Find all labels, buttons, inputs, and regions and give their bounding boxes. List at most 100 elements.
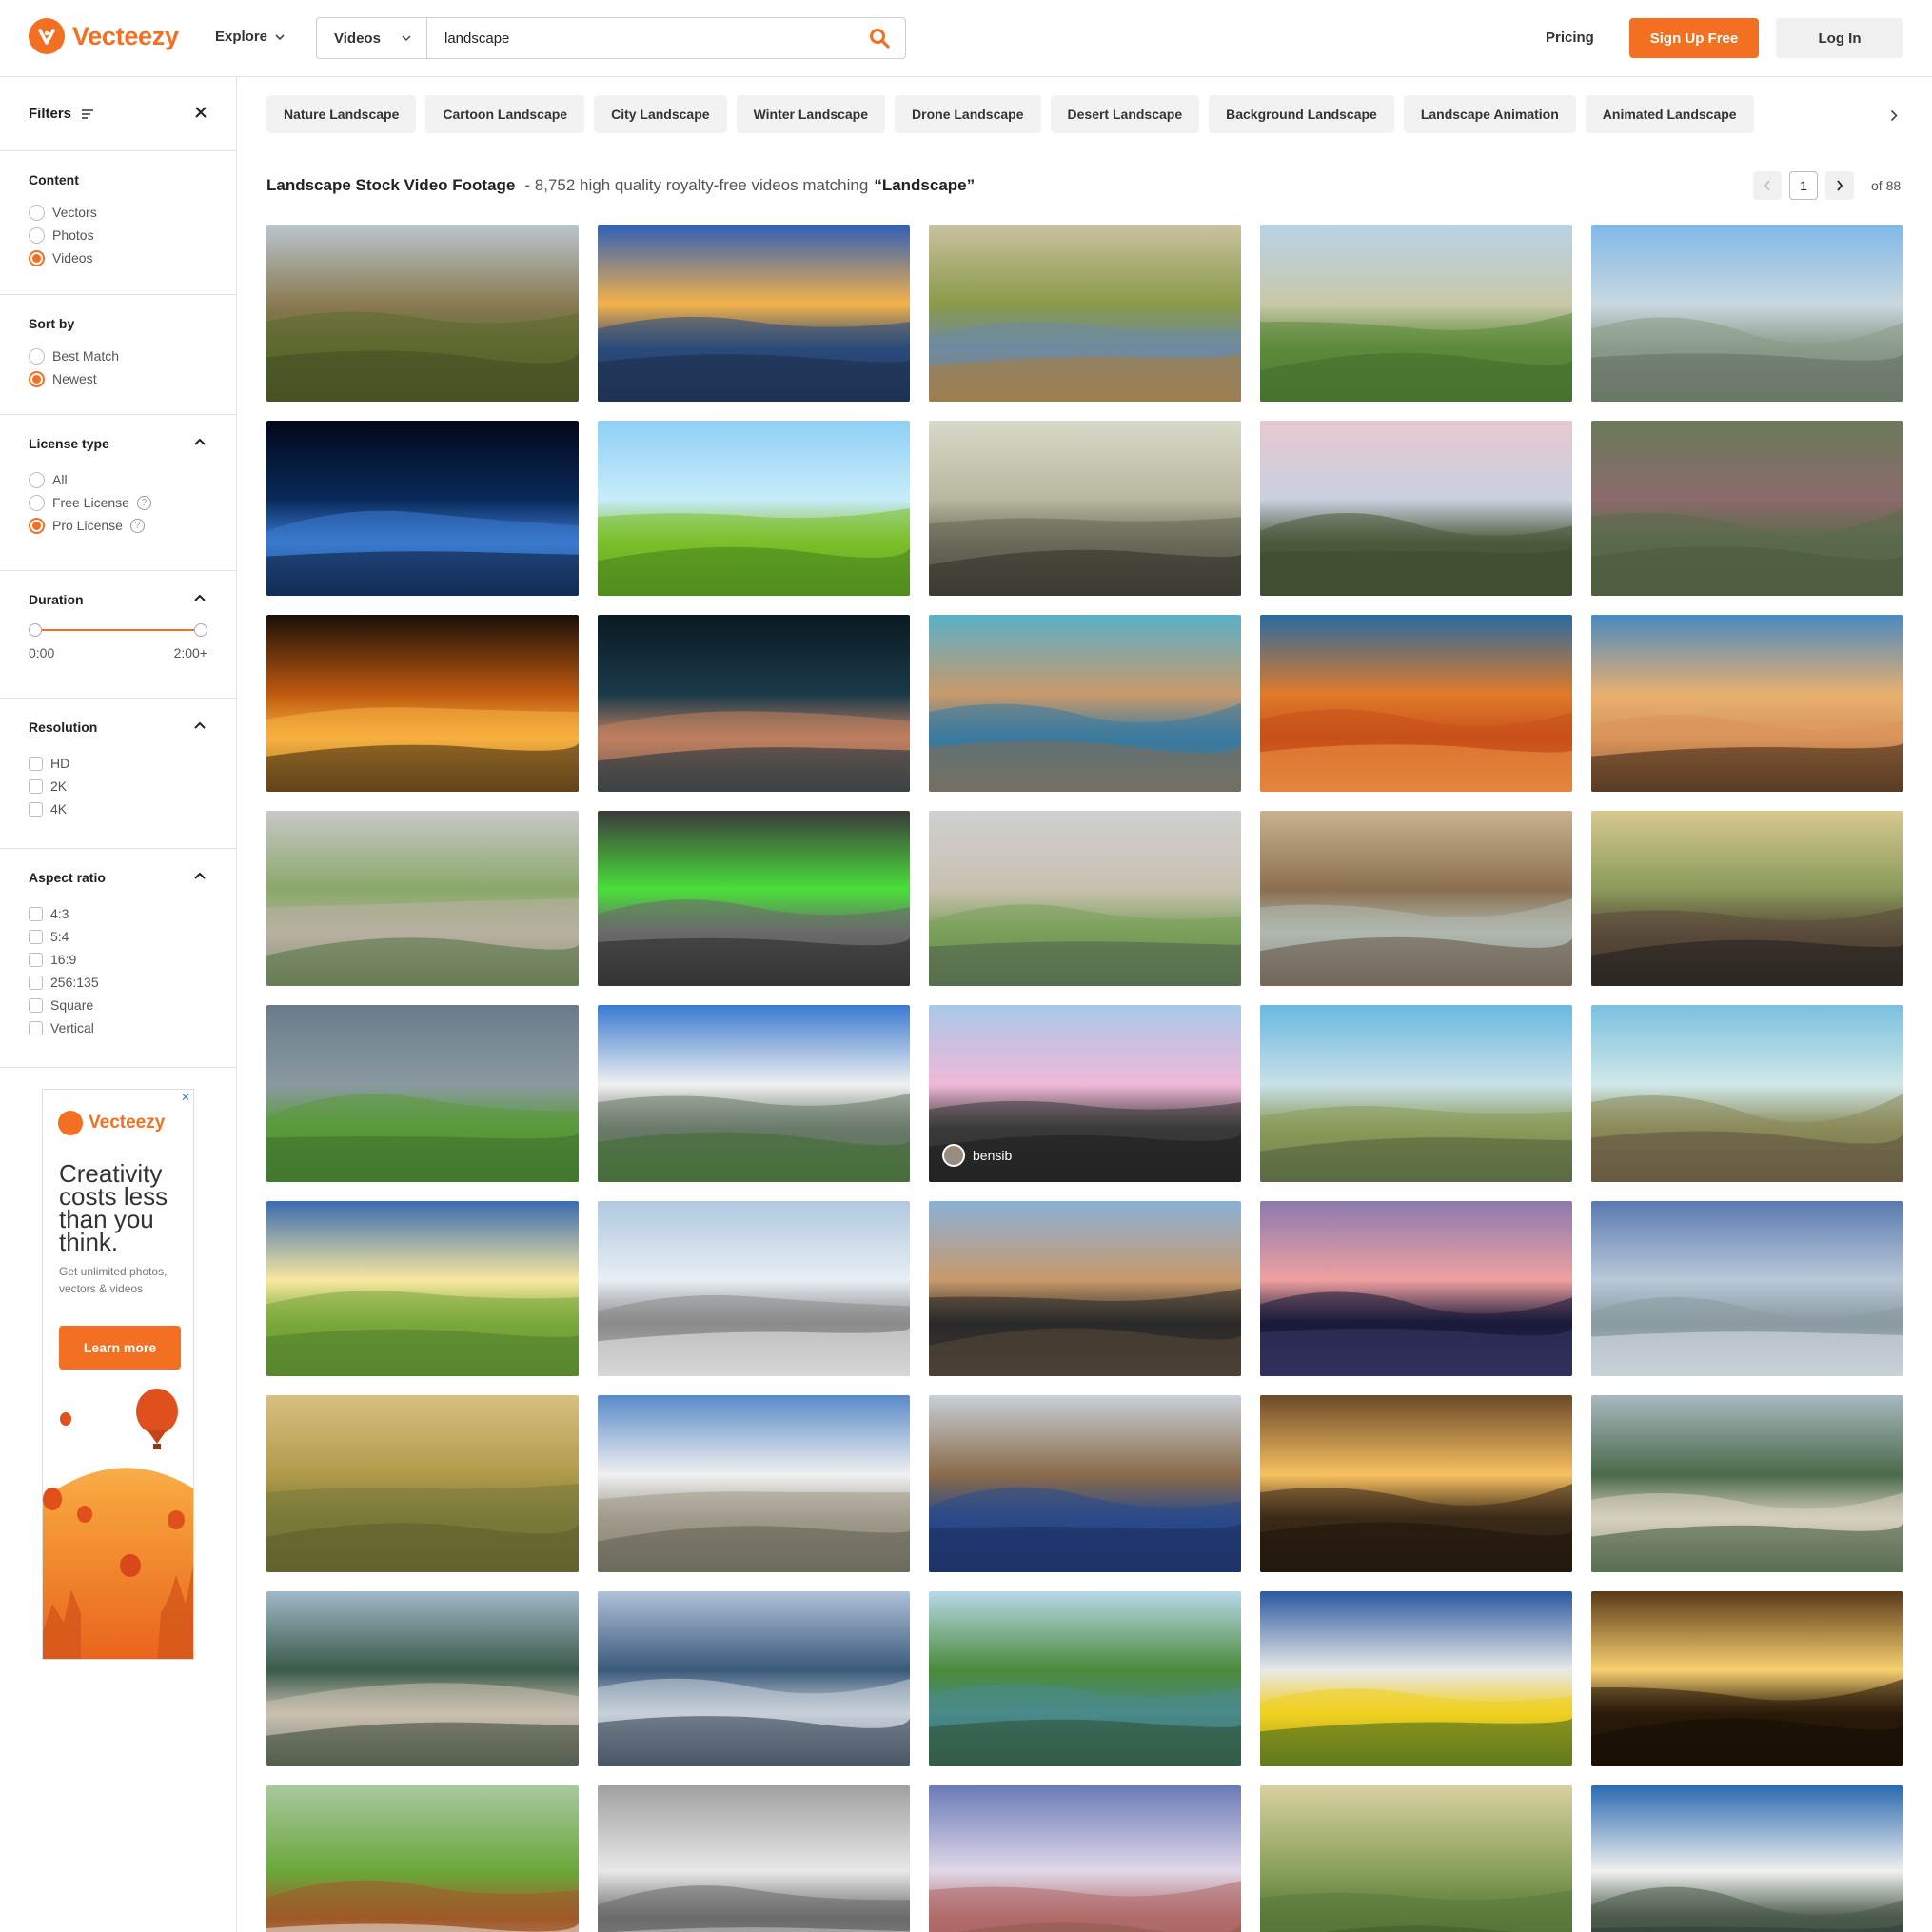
video-thumbnail-snow-mountain[interactable] bbox=[598, 1201, 910, 1376]
license-option-free[interactable]: Free License? bbox=[29, 491, 207, 514]
video-thumbnail-green-screen-tablet[interactable] bbox=[598, 811, 910, 986]
tag-landscape-animation[interactable]: Landscape Animation bbox=[1403, 95, 1576, 133]
video-thumbnail-palace-statue[interactable] bbox=[929, 811, 1241, 986]
video-thumbnail-misty-green[interactable] bbox=[1260, 1785, 1572, 1932]
radio-unchecked[interactable] bbox=[29, 204, 45, 221]
video-thumbnail-wind-turbines-field[interactable] bbox=[1591, 1005, 1903, 1182]
video-thumbnail-forest-woman[interactable] bbox=[1591, 811, 1903, 986]
sidebar-ad[interactable]: ✕ Vecteezy Creativity costs less than yo… bbox=[42, 1089, 194, 1660]
video-thumbnail-wind-turbines-far[interactable] bbox=[1260, 1005, 1572, 1182]
checkbox[interactable] bbox=[29, 906, 43, 921]
tag-desert-landscape[interactable]: Desert Landscape bbox=[1050, 95, 1200, 133]
video-thumbnail-coastal-city[interactable] bbox=[1591, 225, 1903, 402]
radio-unchecked[interactable] bbox=[29, 471, 45, 488]
video-thumbnail-palm-sky[interactable] bbox=[598, 421, 910, 596]
ad-close-icon[interactable]: ✕ bbox=[181, 1091, 190, 1104]
aspect-option-5-4[interactable]: 5:4 bbox=[29, 925, 207, 948]
log-in-button[interactable]: Log In bbox=[1776, 18, 1903, 58]
video-thumbnail-ocean-sunset[interactable] bbox=[598, 225, 910, 402]
radio-unchecked[interactable] bbox=[29, 494, 45, 511]
video-thumbnail-crop-rows[interactable] bbox=[1260, 225, 1572, 402]
next-page-button[interactable] bbox=[1825, 171, 1854, 200]
video-thumbnail-dolomites[interactable] bbox=[598, 1005, 910, 1182]
video-thumbnail-autumn-lake[interactable] bbox=[929, 225, 1241, 402]
tag-cartoon-landscape[interactable]: Cartoon Landscape bbox=[425, 95, 585, 133]
radio-unchecked[interactable] bbox=[29, 347, 45, 365]
tag-nature-landscape[interactable]: Nature Landscape bbox=[266, 95, 417, 133]
slider-max-handle[interactable] bbox=[194, 623, 207, 637]
video-thumbnail-meadow-sunset[interactable] bbox=[266, 1201, 579, 1376]
video-thumbnail-horses-meadow[interactable] bbox=[266, 1005, 579, 1182]
aspect-option-vertical[interactable]: Vertical bbox=[29, 1016, 207, 1039]
aspect-option-square[interactable]: Square bbox=[29, 994, 207, 1016]
video-thumbnail-river-boats[interactable] bbox=[929, 1591, 1241, 1766]
video-thumbnail-karst-river[interactable] bbox=[1591, 1395, 1903, 1572]
pricing-link[interactable]: Pricing bbox=[1546, 30, 1594, 46]
vecteezy-logo[interactable]: Vecteezy bbox=[29, 18, 179, 54]
video-thumbnail-desert-river[interactable] bbox=[929, 615, 1241, 792]
search-input[interactable] bbox=[427, 18, 854, 58]
video-thumbnail-valley-fields[interactable] bbox=[266, 225, 579, 402]
sign-up-button[interactable]: Sign Up Free bbox=[1629, 18, 1759, 58]
content-option-videos[interactable]: Videos bbox=[29, 246, 207, 269]
close-icon[interactable] bbox=[194, 106, 207, 119]
video-thumbnail-river-reflection[interactable] bbox=[929, 1395, 1241, 1572]
video-thumbnail-night-street[interactable] bbox=[266, 615, 579, 792]
aspect-option-16-9[interactable]: 16:9 bbox=[29, 948, 207, 971]
help-icon[interactable]: ? bbox=[136, 495, 151, 510]
aspect-option-4-3[interactable]: 4:3 bbox=[29, 902, 207, 925]
tag-animated-landscape[interactable]: Animated Landscape bbox=[1585, 95, 1754, 133]
explore-menu[interactable]: Explore bbox=[215, 29, 285, 45]
tag-background-landscape[interactable]: Background Landscape bbox=[1209, 95, 1394, 133]
video-thumbnail-aerial-field[interactable] bbox=[1591, 421, 1903, 596]
video-thumbnail-bridge-birds[interactable] bbox=[929, 421, 1241, 596]
video-thumbnail-bw-mountain[interactable] bbox=[598, 1785, 910, 1932]
tag-winter-landscape[interactable]: Winter Landscape bbox=[736, 95, 886, 133]
tag-drone-landscape[interactable]: Drone Landscape bbox=[895, 95, 1041, 133]
radio-checked[interactable] bbox=[29, 249, 45, 266]
help-icon[interactable]: ? bbox=[129, 518, 145, 533]
video-thumbnail-sand-dune[interactable] bbox=[1591, 615, 1903, 792]
video-thumbnail-orange-dune[interactable] bbox=[1260, 615, 1572, 792]
slider-min-handle[interactable] bbox=[29, 623, 42, 637]
sort-option-newest[interactable]: Newest bbox=[29, 367, 207, 390]
resolution-option-2k[interactable]: 2K bbox=[29, 775, 207, 798]
video-thumbnail-golden-field[interactable] bbox=[266, 1395, 579, 1572]
video-thumbnail-pool-night[interactable] bbox=[598, 615, 910, 792]
video-thumbnail-dark-sunrise-2[interactable] bbox=[1591, 1591, 1903, 1766]
duration-slider[interactable] bbox=[29, 621, 207, 640]
previous-page-button[interactable] bbox=[1753, 171, 1782, 200]
content-option-photos[interactable]: Photos bbox=[29, 224, 207, 246]
video-thumbnail-tulips[interactable] bbox=[1260, 1591, 1572, 1766]
checkbox[interactable] bbox=[29, 1020, 43, 1035]
sort-option-best-match[interactable]: Best Match bbox=[29, 345, 207, 367]
video-thumbnail-city-skyline[interactable] bbox=[598, 1395, 910, 1572]
checkbox[interactable] bbox=[29, 801, 43, 817]
video-thumbnail-snowy-hills[interactable] bbox=[1591, 1785, 1903, 1932]
resolution-option-4k[interactable]: 4K bbox=[29, 798, 207, 820]
aspect-option-256-135[interactable]: 256:135 bbox=[29, 971, 207, 994]
checkbox[interactable] bbox=[29, 997, 43, 1013]
video-thumbnail-karst-valley[interactable] bbox=[266, 1591, 579, 1766]
license-option-pro[interactable]: Pro License? bbox=[29, 514, 207, 537]
search-button[interactable] bbox=[854, 18, 905, 58]
checkbox[interactable] bbox=[29, 975, 43, 990]
checkbox[interactable] bbox=[29, 952, 43, 967]
page-number-input[interactable]: 1 bbox=[1789, 171, 1818, 200]
video-thumbnail-winter-pit[interactable] bbox=[1591, 1201, 1903, 1376]
checkbox[interactable] bbox=[29, 756, 43, 771]
tag-city-landscape[interactable]: City Landscape bbox=[594, 95, 727, 133]
video-thumbnail-dark-sunrise[interactable] bbox=[1260, 1395, 1572, 1572]
contributor-badge[interactable]: bensib bbox=[942, 1144, 1012, 1167]
video-thumbnail-cows[interactable] bbox=[266, 1785, 579, 1932]
search-type-select[interactable]: Videos bbox=[317, 18, 427, 58]
tags-scroll-right[interactable] bbox=[1799, 95, 1903, 135]
video-thumbnail-photographer[interactable] bbox=[929, 1201, 1241, 1376]
checkbox[interactable] bbox=[29, 929, 43, 944]
chevron-up-icon[interactable] bbox=[194, 594, 206, 601]
chevron-up-icon[interactable] bbox=[194, 721, 206, 729]
content-option-vectors[interactable]: Vectors bbox=[29, 201, 207, 224]
radio-unchecked[interactable] bbox=[29, 227, 45, 244]
resolution-option-hd[interactable]: HD bbox=[29, 752, 207, 775]
video-thumbnail-wind-turbines-pink[interactable]: bensib bbox=[929, 1005, 1241, 1182]
